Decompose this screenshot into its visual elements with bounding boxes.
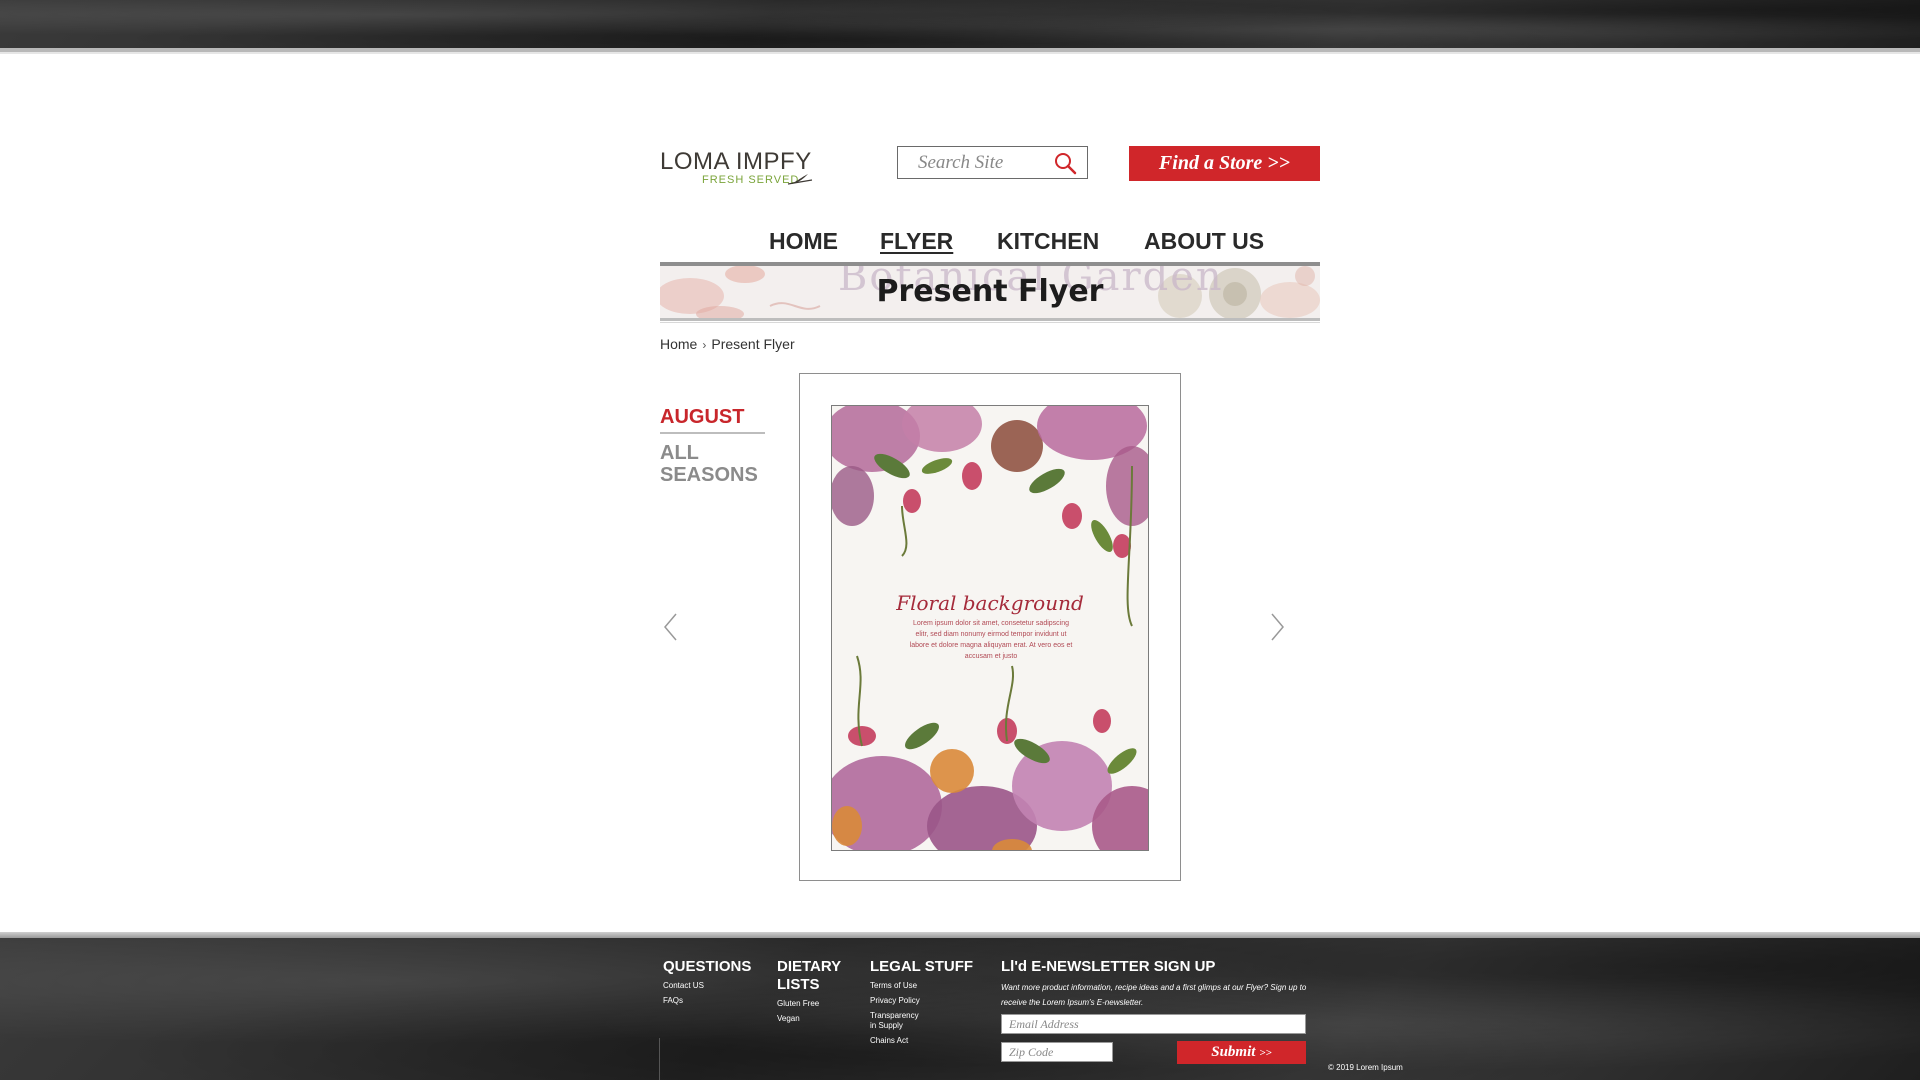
brand-tagline: FRESH SERVED: [702, 174, 800, 186]
search-input[interactable]: [918, 152, 1038, 174]
footer-link-privacy[interactable]: Privacy Policy: [870, 996, 990, 1006]
brand-logo[interactable]: LOMA IMPFY FRESH SERVED: [660, 148, 815, 188]
search-box[interactable]: [897, 146, 1088, 179]
copyright-text: © 2019 Lorem Ipsum: [1328, 1063, 1403, 1072]
flyer-body-text: Lorem ipsum dolor sit amet, consetetur s…: [909, 620, 1073, 660]
season-all-seasons[interactable]: ALL SEASONS: [660, 442, 780, 486]
email-field-wrapper: [1001, 1014, 1306, 1034]
leaf-swoosh-icon: [787, 174, 813, 185]
chevron-left-icon[interactable]: [660, 612, 680, 642]
footer-newsletter-column: Ll'd E-NEWSLETTER SIGN UP: [1001, 958, 1321, 976]
footer-questions-heading: QUESTIONS: [663, 958, 752, 975]
footer-link-faqs[interactable]: FAQs: [663, 996, 773, 1006]
footer-legal-column: LEGAL STUFF Terms of Use Privacy Policy …: [870, 958, 990, 1046]
search-icon[interactable]: [1053, 151, 1077, 175]
season-august[interactable]: AUGUST: [660, 406, 744, 429]
top-stone-banner: [0, 0, 1920, 48]
breadcrumb-separator-icon: ›: [702, 338, 707, 352]
top-divider-light: [0, 52, 1920, 54]
breadcrumb-home[interactable]: Home: [660, 336, 697, 352]
chevron-right-icon[interactable]: [1268, 612, 1288, 642]
footer-link-vegan[interactable]: Vegan: [777, 1014, 857, 1024]
nav-home[interactable]: HOME: [769, 228, 838, 255]
main-nav: HOME FLYER KITCHEN ABOUT US: [660, 228, 1320, 258]
banner-divider-light: [660, 322, 1320, 323]
footer-vertical-divider: [659, 1038, 660, 1080]
footer-link-terms[interactable]: Terms of Use: [870, 981, 990, 991]
footer-dietary-heading: DIETARY LISTS: [777, 958, 841, 993]
footer-dietary-column: DIETARY LISTS Gluten Free Vegan: [777, 958, 857, 1024]
double-chevron-right-icon: >>: [1259, 1047, 1272, 1059]
footer-legal-heading: LEGAL STUFF: [870, 958, 974, 975]
footer-link-gluten-free[interactable]: Gluten Free: [777, 999, 857, 1009]
find-store-button[interactable]: Find a Store >>: [1129, 146, 1320, 181]
footer-newsletter-heading: Ll'd E-NEWSLETTER SIGN UP: [1001, 958, 1216, 975]
email-field[interactable]: [1002, 1015, 1305, 1034]
submit-label: Submit: [1211, 1044, 1256, 1060]
footer-questions-column: QUESTIONS Contact US FAQs: [663, 958, 773, 1006]
flyer-image[interactable]: Floral background Lorem ipsum dolor sit …: [831, 405, 1149, 851]
banner-divider: [660, 318, 1320, 321]
breadcrumb: Home › Present Flyer: [660, 336, 795, 352]
nav-flyer[interactable]: FLYER: [880, 228, 953, 255]
footer-link-chains-act[interactable]: Chains Act: [870, 1036, 990, 1046]
footer-link-transparency[interactable]: Transparency in Supply: [870, 1011, 925, 1031]
breadcrumb-current: Present Flyer: [711, 336, 795, 352]
zip-code-field[interactable]: [1002, 1043, 1112, 1062]
footer-link-contact-us[interactable]: Contact US: [663, 981, 773, 991]
newsletter-description: Want more product information, recipe id…: [1001, 983, 1307, 1007]
nav-kitchen[interactable]: KITCHEN: [997, 228, 1099, 255]
season-divider: [660, 432, 765, 434]
page-banner: Botanical Garden Present Flyer: [660, 266, 1320, 318]
zip-field-wrapper: [1001, 1042, 1113, 1062]
newsletter-submit-button[interactable]: Submit >>: [1177, 1041, 1306, 1064]
flyer-title: Floral background: [896, 591, 1084, 615]
page-title: Present Flyer: [876, 274, 1104, 309]
nav-about-us[interactable]: ABOUT US: [1144, 228, 1264, 255]
